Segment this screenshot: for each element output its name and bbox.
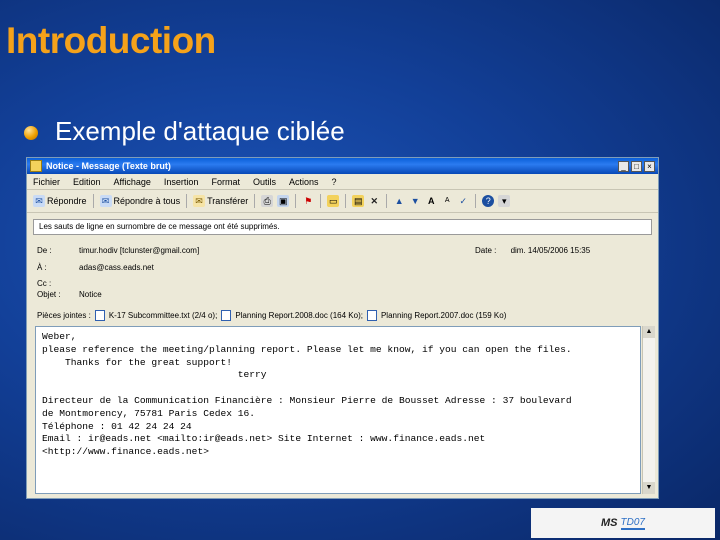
window-title: Notice - Message (Texte brut) xyxy=(46,161,171,171)
slide-title: Introduction xyxy=(6,20,216,61)
toolbar-divider xyxy=(92,194,94,208)
menu-affichage[interactable]: Affichage xyxy=(114,177,151,187)
message-body[interactable]: Weber, please reference the meeting/plann… xyxy=(35,326,641,494)
flag-icon[interactable]: ⚑ xyxy=(302,195,314,207)
close-button[interactable]: × xyxy=(644,160,655,172)
to-label: À : xyxy=(37,263,47,272)
vertical-scrollbar[interactable]: ▲ ▼ xyxy=(642,326,655,494)
reply-button[interactable]: ✉ Répondre xyxy=(33,195,87,207)
print-icon[interactable]: ⎙ xyxy=(261,195,274,207)
body-line: Weber, xyxy=(42,331,77,342)
body-line: Thanks for the great support! xyxy=(42,356,232,368)
envelope-icon xyxy=(30,160,42,172)
body-line: de Montmorency, 75781 Paris Cedex 16. xyxy=(42,407,256,419)
up-arrow-icon[interactable]: ▲ xyxy=(393,195,405,207)
body-line: Téléphone : 01 42 24 24 24 xyxy=(42,420,192,432)
body-line: please reference the meeting/planning re… xyxy=(42,343,572,355)
attachment-item[interactable]: Planning Report.2008.doc (164 Ko); xyxy=(235,311,363,320)
cc-label: Cc : xyxy=(37,279,52,288)
reply-all-label: Répondre à tous xyxy=(113,196,181,206)
minimize-button[interactable]: _ xyxy=(618,160,629,172)
logo-ms: MS xyxy=(601,517,618,529)
scroll-up-icon[interactable]: ▲ xyxy=(643,326,655,338)
from-label: De : xyxy=(37,246,52,255)
forward-icon: ✉ xyxy=(193,195,206,207)
help-icon[interactable]: ? xyxy=(482,195,495,207)
toolbar-divider xyxy=(345,194,347,208)
toolbar-divider xyxy=(386,194,388,208)
save-icon[interactable]: ▣ xyxy=(277,195,290,207)
logo-td: TD07 xyxy=(620,516,645,530)
mstd-logo: MS TD07 xyxy=(531,508,715,538)
menu-edition[interactable]: Edition xyxy=(73,177,101,187)
word-doc-icon xyxy=(366,310,377,321)
delete-icon[interactable]: ✕ xyxy=(368,195,380,207)
attachment-item[interactable]: Planning Report.2007.doc (159 Ko) xyxy=(381,311,506,320)
reply-label: Répondre xyxy=(47,196,87,206)
reply-all-icon: ✉ xyxy=(99,195,112,207)
attachments-row: Pièces jointes : K-17 Subcommittee.txt (… xyxy=(37,310,506,321)
toolbar-divider xyxy=(254,194,256,208)
menu-actions[interactable]: Actions xyxy=(289,177,319,187)
word-doc-icon xyxy=(221,310,232,321)
scroll-down-icon[interactable]: ▼ xyxy=(643,482,655,494)
folder-icon[interactable]: ▤ xyxy=(352,195,365,207)
body-line xyxy=(42,382,634,395)
info-bar: Les sauts de ligne en surnombre de ce me… xyxy=(33,219,652,235)
menu-fichier[interactable]: Fichier xyxy=(33,177,60,187)
body-line: terry xyxy=(42,369,267,381)
subject-label: Objet : xyxy=(37,290,61,299)
attachment-item[interactable]: K-17 Subcommittee.txt (2/4 o); xyxy=(109,311,218,320)
forward-label: Transférer xyxy=(207,196,249,206)
toolbar-divider xyxy=(295,194,297,208)
from-value[interactable]: timur.hodiv [tclunster@gmail.com] xyxy=(79,246,199,255)
move-icon[interactable]: ▭ xyxy=(327,195,340,207)
menu-format[interactable]: Format xyxy=(211,177,240,187)
email-window: Notice - Message (Texte brut) _ □ × Fich… xyxy=(26,157,659,499)
toolbar-divider xyxy=(320,194,322,208)
date-label: Date : xyxy=(475,246,497,255)
bullet-icon xyxy=(24,126,38,140)
maximize-button[interactable]: □ xyxy=(631,160,642,172)
spellcheck-icon[interactable]: ✓ xyxy=(457,195,469,207)
font-icon[interactable]: A xyxy=(425,195,437,207)
body-line: Directeur de la Communication Financière… xyxy=(42,394,572,406)
toolbar-divider xyxy=(186,194,188,208)
forward-button[interactable]: ✉ Transférer xyxy=(193,195,248,207)
menu-help[interactable]: ? xyxy=(332,177,337,187)
text-file-icon xyxy=(94,310,105,321)
reply-icon: ✉ xyxy=(33,195,45,207)
body-line[interactable]: <http://www.finance.eads.net> xyxy=(42,446,634,459)
menu-outils[interactable]: Outils xyxy=(253,177,276,187)
attachments-label: Pièces jointes : xyxy=(37,311,91,320)
subject-value: Notice xyxy=(79,290,102,299)
window-titlebar[interactable]: Notice - Message (Texte brut) _ □ × xyxy=(27,158,658,174)
body-line[interactable]: Email : ir@eads.net <mailto:ir@eads.net>… xyxy=(42,433,634,446)
to-value[interactable]: adas@cass.eads.net xyxy=(79,263,154,272)
menu-insertion[interactable]: Insertion xyxy=(164,177,199,187)
toolbar-divider xyxy=(475,194,477,208)
bullet-text: Exemple d'attaque ciblée xyxy=(55,116,345,146)
reply-all-button[interactable]: ✉ Répondre à tous xyxy=(99,195,181,207)
font-decrease-icon[interactable]: A xyxy=(441,195,453,207)
date-value: dim. 14/05/2006 15:35 xyxy=(510,246,591,255)
down-arrow-icon[interactable]: ▼ xyxy=(409,195,421,207)
toolbar: ✉ Répondre ✉ Répondre à tous ✉ Transfére… xyxy=(27,190,658,213)
header-date: Date : dim. 14/05/2006 15:35 xyxy=(475,246,590,255)
menu-bar: Fichier Edition Affichage Insertion Form… xyxy=(27,174,658,190)
options-icon[interactable]: ▾ xyxy=(498,195,511,207)
